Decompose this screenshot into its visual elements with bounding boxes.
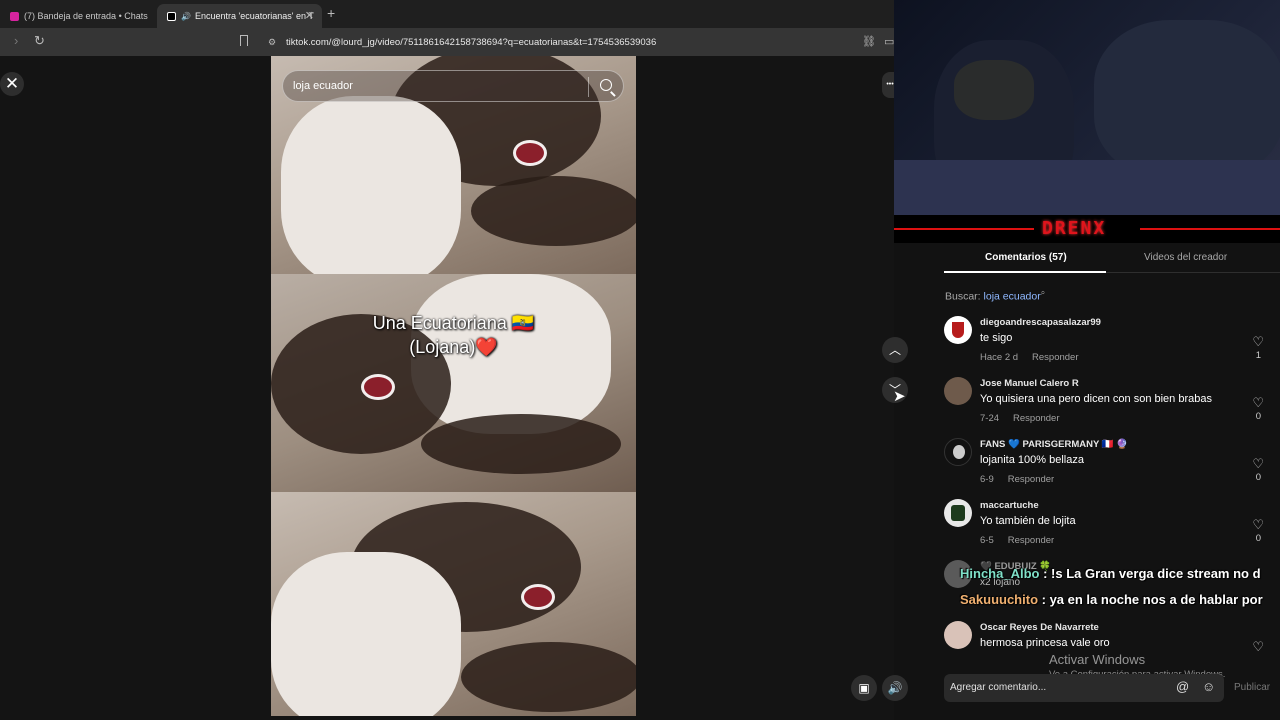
comment-text: Yo quisiera una pero dicen con son bien … [980, 393, 1212, 405]
comment-text: te sigo [980, 332, 1013, 344]
close-video-button[interactable]: ✕ [0, 72, 24, 96]
comment-username[interactable]: Jose Manuel Calero R [980, 378, 1079, 389]
emoji-icon[interactable]: ☺ [1202, 679, 1215, 694]
heart-icon[interactable]: ♡ [1252, 517, 1264, 533]
url-text: tiktok.com/@lourd_jg/video/7511861642158… [286, 36, 657, 48]
address-bar[interactable]: ⚙ tiktok.com/@lourd_jg/video/75118616421… [262, 32, 894, 52]
tab-title: Encuentra 'ecuatorianas' en T [194, 11, 314, 21]
comment-username[interactable]: Oscar Reyes De Navarrete [980, 622, 1099, 633]
picture-in-picture-button[interactable]: ▣ [851, 675, 877, 701]
streamer-banner: DRENX [894, 215, 1280, 243]
comment-text: hermosa princesa vale oro [980, 637, 1110, 649]
new-tab-button[interactable]: + [327, 5, 335, 21]
tab-title: (7) Bandeja de entrada • Chats [24, 11, 148, 21]
no-tracking-icon[interactable]: ⛓ [862, 35, 876, 48]
publish-button[interactable]: Publicar [1234, 682, 1270, 693]
stream-chat-line: Sakuuuchito : ya en la noche nos a de ha… [960, 592, 1263, 607]
video-panel-middle [271, 274, 636, 494]
comment-item: diegoandrescapasalazar99 te sigo Hace 2 … [944, 316, 1280, 372]
chat-username: Sakuuuchito [960, 592, 1039, 607]
avatar[interactable] [944, 377, 972, 405]
stream-chat-line: Hincha_Albo : !s La Gran verga dice stre… [960, 566, 1261, 581]
comment-username[interactable]: maccartuche [980, 500, 1039, 511]
site-info-icon[interactable]: ⚙ [268, 37, 276, 48]
search-query: loja ecuador [293, 80, 353, 92]
tab-creator-videos[interactable]: Videos del creador [1144, 252, 1227, 263]
comment-time: 6-5 [980, 535, 994, 546]
comment-text: lojanita 100% bellaza [980, 454, 1084, 466]
like-count: 1 [1255, 350, 1261, 361]
comment-time: Hace 2 d [980, 352, 1019, 363]
heart-icon[interactable]: ♡ [1252, 639, 1264, 655]
related-search[interactable]: Buscar: loja ecuador⌕ [945, 288, 1045, 303]
comment-text: Yo también de lojita [980, 515, 1076, 527]
speaker-icon: 🔊 [181, 11, 191, 21]
reply-button[interactable]: Responder [1032, 352, 1078, 363]
chat-message: : ya en la noche nos a de hablar por [1038, 592, 1263, 607]
heart-icon[interactable]: ♡ [1252, 334, 1264, 350]
reply-button[interactable]: Responder [1013, 413, 1059, 424]
volume-button[interactable]: 🔊 [882, 675, 908, 701]
forward-icon[interactable]: › [14, 33, 18, 48]
reload-icon[interactable]: ↻ [34, 33, 45, 49]
tab-comments[interactable]: Comentarios (57) [985, 252, 1067, 263]
chat-message: : !s La Gran verga dice stream no d [1039, 566, 1261, 581]
bookmark-icon[interactable] [240, 35, 248, 46]
video-player[interactable]: loja ecuador Una Ecuatoriana 🇪🇨 (Lojana)… [271, 56, 636, 716]
previous-video-button[interactable]: ︿ [882, 337, 908, 363]
video-panel-bottom [271, 492, 636, 716]
close-tab-icon[interactable]: ✕ [305, 9, 314, 22]
comment-time: 6-9 [980, 474, 994, 485]
comment-time: 7-24 [980, 413, 1000, 424]
webcam-overlay [894, 0, 1280, 215]
streamer-name: DRENX [1042, 218, 1107, 239]
heart-icon[interactable]: ♡ [1252, 456, 1264, 472]
mouse-cursor-icon: ➤ [893, 388, 906, 405]
like-count: 0 [1255, 411, 1261, 422]
search-icon[interactable] [600, 79, 612, 91]
comment-input[interactable]: Agregar comentario... @ ☺ [944, 674, 1224, 702]
comments-sidebar: Comentarios (57) Videos del creador Busc… [922, 243, 1280, 720]
search-keyword-link[interactable]: loja ecuador [984, 291, 1041, 303]
like-count: 0 [1255, 533, 1261, 544]
browser-tab-bar: (7) Bandeja de entrada • Chats 🔊 Encuent… [0, 0, 894, 28]
video-caption-line2: (Lojana)❤️ [409, 337, 498, 357]
instagram-icon [10, 11, 19, 21]
browser-toolbar: ‹ › ↻ ⚙ tiktok.com/@lourd_jg/video/75118… [0, 28, 894, 56]
avatar[interactable] [944, 621, 972, 649]
tiktok-page: ✕ loja ecuador Una Ecuatoriana 🇪🇨 (Lojan… [0, 56, 908, 720]
active-tab-underline [944, 271, 1106, 273]
like-count: 0 [1255, 472, 1261, 483]
comment-username[interactable]: diegoandrescapasalazar99 [980, 317, 1101, 328]
chat-username: Hincha_Albo [960, 566, 1040, 581]
comment-item: Jose Manuel Calero R Yo quisiera una per… [944, 377, 1280, 433]
cast-icon[interactable]: ▭ [884, 35, 894, 48]
avatar[interactable] [944, 438, 972, 466]
video-caption-line1: Una Ecuatoriana 🇪🇨 [372, 313, 535, 333]
windows-activation-title: Activar Windows [1049, 652, 1146, 667]
tiktok-icon [167, 11, 176, 21]
comment-username[interactable]: FANS 💙 PARISGERMANY 🇫🇷 🔮 [980, 439, 1128, 450]
reply-button[interactable]: Responder [1008, 535, 1054, 546]
tab-chats[interactable]: (7) Bandeja de entrada • Chats [0, 4, 150, 28]
comment-item: FANS 💙 PARISGERMANY 🇫🇷 🔮 lojanita 100% b… [944, 438, 1280, 494]
tab-tiktok[interactable]: 🔊 Encuentra 'ecuatorianas' en T ✕ [157, 4, 322, 28]
avatar[interactable] [944, 316, 972, 344]
mention-icon[interactable]: @ [1176, 679, 1189, 694]
heart-icon[interactable]: ♡ [1252, 395, 1264, 411]
video-search-box[interactable]: loja ecuador [282, 70, 624, 102]
search-icon: ⌕ [1040, 288, 1046, 297]
sidebar-tabs: Comentarios (57) Videos del creador [944, 243, 1280, 273]
avatar[interactable] [944, 499, 972, 527]
comment-item: maccartuche Yo también de lojita 6-5 Resp… [944, 499, 1280, 555]
comment-placeholder: Agregar comentario... [950, 682, 1047, 693]
reply-button[interactable]: Responder [1008, 474, 1054, 485]
